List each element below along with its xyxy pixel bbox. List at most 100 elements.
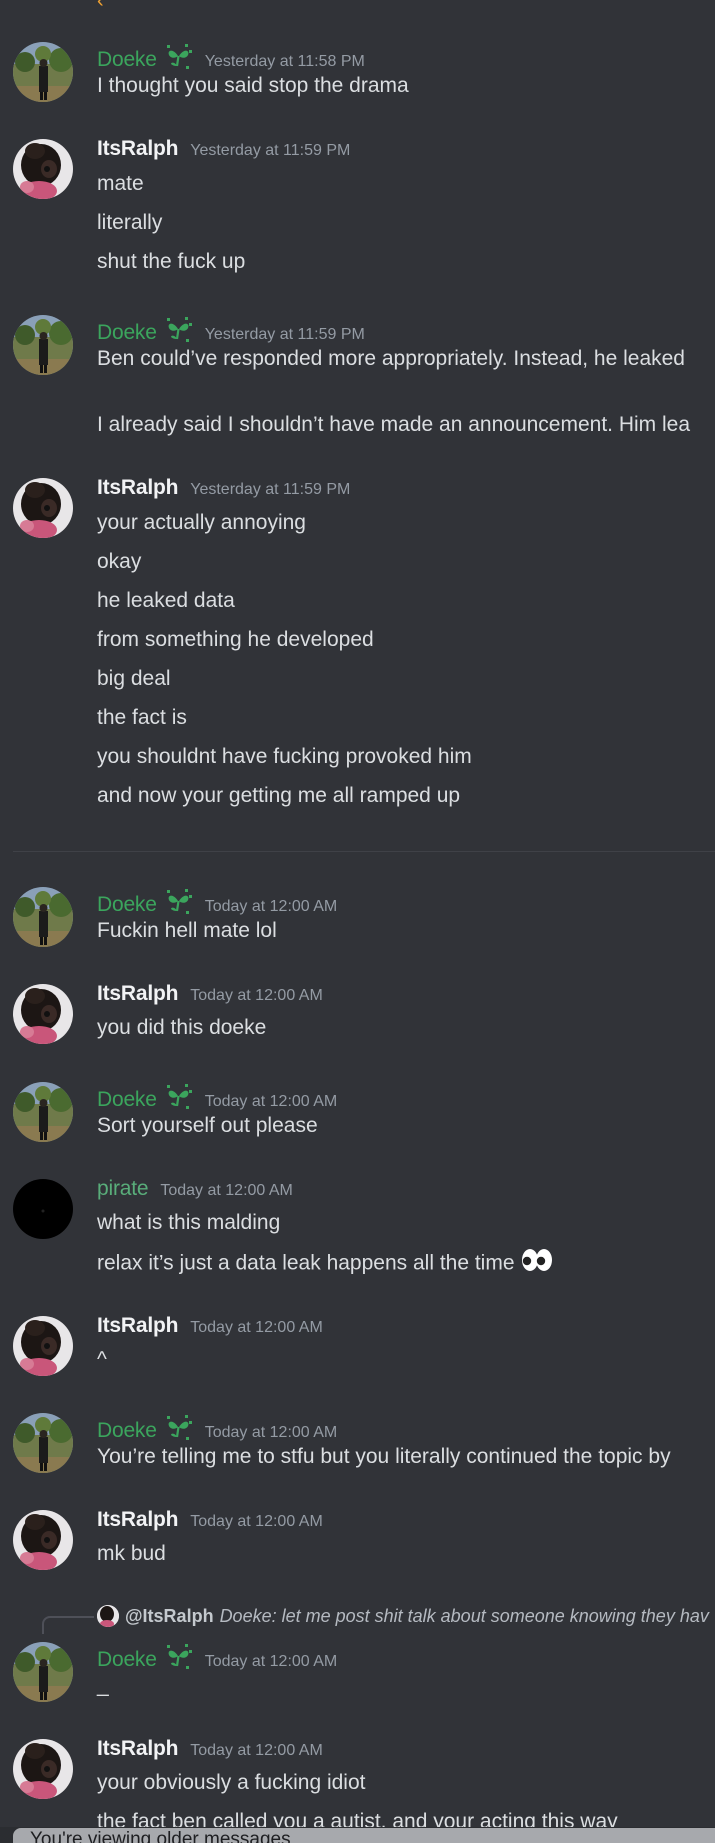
message-text: Sort yourself out please [97,1112,318,1140]
message-header: pirate Today at 12:00 AM [97,1177,293,1205]
message-text-content: I already said I shouldn’t have made an … [97,413,691,436]
username[interactable]: Doeke [97,1419,157,1443]
message-text-content: big deal [97,667,171,690]
timestamp[interactable]: Yesterday at 11:59 PM [190,142,350,160]
username[interactable]: ItsRalph [97,1508,178,1532]
message-text: you shouldnt have fucking provoked him [97,743,472,771]
message-text: Fuckin hell mate lol [97,917,277,945]
sprout-icon[interactable] [165,1084,193,1110]
avatar[interactable] [13,1082,73,1142]
timestamp[interactable]: Today at 12:00 AM [205,1093,338,1111]
username[interactable]: Doeke [97,893,157,917]
timestamp[interactable]: Yesterday at 11:59 PM [205,326,365,344]
message-text-content: shut the fuck up [97,250,246,273]
sprout-icon[interactable] [165,317,193,343]
avatar[interactable] [13,1316,73,1376]
message-text-content: Ben could’ve responded more appropriatel… [97,347,685,370]
message-text-content: your actually annoying [97,511,306,534]
reply-avatar [97,1605,119,1627]
message-text: I thought you said stop the drama [97,72,409,100]
avatar[interactable] [13,1510,73,1570]
avatar[interactable] [13,42,73,102]
avatar[interactable] [13,1179,73,1239]
message-text: from something he developed [97,626,374,654]
message-text: big deal [97,665,171,693]
reply-preview[interactable]: @ItsRalph Doeke: let me post shit talk ab… [97,1603,709,1629]
username[interactable]: ItsRalph [97,982,178,1006]
chat-window: ‹‶ Doeke Yesterday at 11:58 PM I thought y… [0,0,715,1843]
message-text-content: you shouldnt have fucking provoked him [97,745,472,768]
message-header: Doeke Today at 12:00 AM [97,1640,338,1671]
message-text: your obviously a fucking idiot [97,1769,365,1797]
message-header: ItsRalph Today at 12:00 AM [97,982,323,1010]
sprout-icon[interactable] [165,44,193,70]
message-text-content: from something he developed [97,628,374,651]
avatar[interactable] [13,139,73,199]
message-text: okay [97,548,141,576]
username[interactable]: pirate [97,1177,149,1201]
eyes-emoji-icon[interactable] [521,1248,553,1280]
reply-text: Doeke: let me post shit talk about someo… [219,1605,709,1626]
username[interactable]: ItsRalph [97,1314,178,1338]
message-text-content: ^ [97,1348,107,1371]
timestamp[interactable]: Today at 12:00 AM [190,1319,323,1337]
timestamp[interactable]: Today at 12:00 AM [190,1513,323,1531]
message-header: ItsRalph Yesterday at 11:59 PM [97,137,350,165]
avatar[interactable] [13,1413,73,1473]
message-text: relax it’s just a data leak happens all … [97,1248,553,1280]
message-header: Doeke Today at 12:00 AM [97,1080,338,1111]
avatar[interactable] [13,1739,73,1799]
message-text: literally [97,209,162,237]
avatar[interactable] [13,478,73,538]
username[interactable]: Doeke [97,1648,157,1672]
message-text-content: relax it’s just a data leak happens all … [97,1251,515,1275]
message-header: ItsRalph Today at 12:00 AM [97,1508,323,1536]
message-header: Doeke Today at 12:00 AM [97,1411,338,1442]
username[interactable]: Doeke [97,48,157,72]
timestamp[interactable]: Today at 12:00 AM [205,1653,338,1671]
message-text: mate [97,170,144,198]
message-text: you did this doeke [97,1014,266,1042]
message-text-content: your obviously a fucking idiot [97,1771,366,1794]
timestamp[interactable]: Today at 12:00 AM [190,987,323,1005]
avatar[interactable] [13,984,73,1044]
message-text-content: I thought you said stop the drama [97,74,409,97]
timestamp[interactable]: Yesterday at 11:59 PM [190,481,350,499]
message-text: mk bud [97,1540,166,1568]
username[interactable]: ItsRalph [97,1737,178,1761]
avatar[interactable] [13,315,73,375]
message-text: I already said I shouldn’t have made an … [97,411,690,439]
username[interactable]: Doeke [97,1088,157,1112]
clipped-emoji: ‹‶ [97,0,112,12]
message-header: Doeke Yesterday at 11:58 PM [97,40,365,71]
avatar[interactable] [13,887,73,947]
sprout-icon[interactable] [165,1644,193,1670]
message-text-content: you did this doeke [97,1016,267,1039]
message-text: the fact is [97,704,187,732]
timestamp[interactable]: Today at 12:00 AM [190,1742,323,1760]
username[interactable]: ItsRalph [97,137,178,161]
message-header: Doeke Today at 12:00 AM [97,885,338,916]
avatar[interactable] [13,1642,73,1702]
message-text-content: Fuckin hell mate lol [97,919,277,942]
username[interactable]: ItsRalph [97,476,178,500]
sprout-icon[interactable] [165,1415,193,1441]
message-header: ItsRalph Today at 12:00 AM [97,1737,323,1765]
message-text: Ben could’ve responded more appropriatel… [97,345,685,373]
message-text: _ [97,1672,109,1700]
timestamp[interactable]: Today at 12:00 AM [205,1424,338,1442]
message-text: shut the fuck up [97,248,245,276]
message-text-content: mk bud [97,1542,166,1565]
reply-username[interactable]: @ItsRalph [125,1606,214,1627]
message-text-content: the fact is [97,706,187,729]
message-text-content: and now your getting me all ramped up [97,784,461,807]
timestamp[interactable]: Today at 12:00 AM [160,1182,293,1200]
timestamp[interactable]: Yesterday at 11:58 PM [205,53,365,71]
reply-spine [42,1616,94,1634]
timestamp[interactable]: Today at 12:00 AM [205,898,338,916]
message-text-content: he leaked data [97,589,235,612]
sprout-icon[interactable] [165,889,193,915]
message-header: ItsRalph Yesterday at 11:59 PM [97,476,350,504]
message-text-content: Sort yourself out please [97,1114,318,1137]
username[interactable]: Doeke [97,321,157,345]
